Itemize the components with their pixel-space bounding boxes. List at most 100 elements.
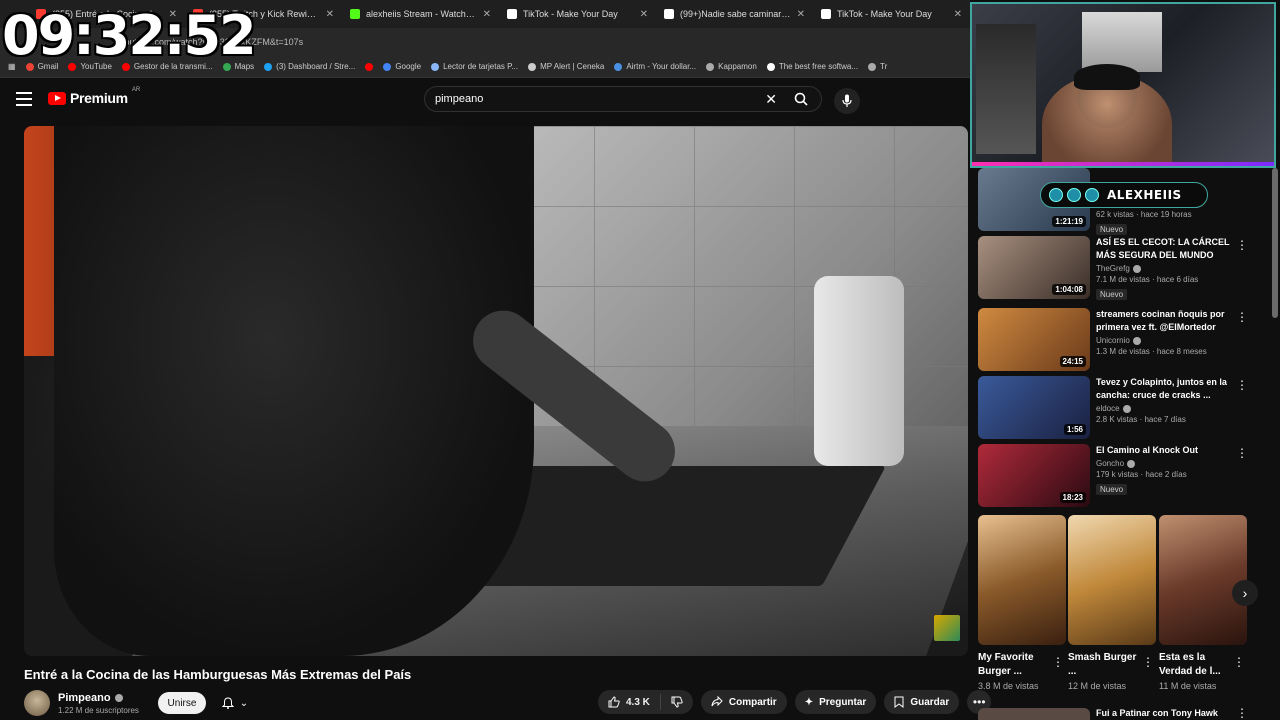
video-thumbnail[interactable]: 1:04:08 <box>978 236 1090 299</box>
more-vertical-icon[interactable]: ⋮ <box>1142 655 1154 669</box>
dislike-button[interactable] <box>661 696 693 708</box>
like-dislike-group: 4.3 K <box>598 690 693 714</box>
close-icon[interactable]: ✕ <box>483 9 491 20</box>
scrollbar[interactable] <box>1272 168 1278 318</box>
search-box[interactable]: pimpeano ✕ <box>424 86 822 112</box>
short-title[interactable]: Smash Burger ... <box>1068 651 1144 679</box>
video-frame-person <box>54 126 534 656</box>
channel-owner[interactable]: Pimpeano 1.22 M de suscriptores <box>24 690 139 716</box>
youtube-premium-logo[interactable]: Premium AR <box>48 87 140 106</box>
bookmark-overflow[interactable]: Tr <box>867 62 888 71</box>
bookmark-airtm[interactable]: Airtm - Your dollar... <box>614 62 696 71</box>
video-title-link[interactable]: ASÍ ES EL CECOT: LA CÁRCEL MÁS SEGURA DE… <box>1096 236 1236 262</box>
youtube-icon <box>365 62 374 71</box>
bookmark-youtube-2[interactable] <box>365 62 374 71</box>
channel-name[interactable]: TheGrefg <box>1096 264 1130 273</box>
share-label: Compartir <box>728 696 777 708</box>
short-thumbnail[interactable] <box>1068 515 1156 645</box>
browser-tab[interactable]: TikTok - Make Your Day ✕ <box>813 1 970 27</box>
card-reader-icon <box>431 62 440 71</box>
video-info: streamers cocinan ñoquis por primera vez… <box>1096 308 1236 356</box>
join-button[interactable]: Unirse <box>158 692 206 714</box>
search-button[interactable] <box>781 87 821 111</box>
video-thumbnail[interactable] <box>978 708 1090 720</box>
close-icon[interactable]: ✕ <box>640 9 648 20</box>
channel-name[interactable]: Pimpeano <box>58 692 111 704</box>
search-input[interactable]: pimpeano <box>435 93 483 105</box>
short-title[interactable]: Esta es la Verdad de l... <box>1159 651 1235 679</box>
bookmark-free-software[interactable]: The best free softwa... <box>766 62 858 71</box>
video-thumbnail[interactable]: 24:15 <box>978 308 1090 371</box>
save-button[interactable]: Guardar <box>884 690 960 714</box>
dashboard-icon <box>264 62 273 71</box>
bookmark-mp-alert[interactable]: MP Alert | Ceneka <box>528 62 604 71</box>
new-badge: Nuevo <box>1096 224 1128 235</box>
close-icon[interactable]: ✕ <box>797 9 805 20</box>
channel-row: TheGrefg <box>1096 264 1236 273</box>
channel-name[interactable]: eldoce <box>1096 404 1120 413</box>
kappamon-icon <box>706 62 715 71</box>
browser-tab[interactable]: (99+)Nadie sabe caminar más c ✕ <box>656 1 813 27</box>
chevron-right-icon[interactable]: › <box>1232 580 1258 606</box>
short-item[interactable]: Esta es la Verdad de l... 11 M de vistas… <box>1159 515 1247 691</box>
bookmark-label: Lector de tarjetas P... <box>443 62 519 71</box>
more-vertical-icon[interactable]: ⋮ <box>1236 446 1248 460</box>
thumbs-up-icon <box>608 696 620 708</box>
short-item[interactable]: My Favorite Burger ... 3.8 M de vistas ⋮ <box>978 515 1066 691</box>
more-vertical-icon[interactable]: ⋮ <box>1052 655 1064 669</box>
video-title-link[interactable]: Fui a Patinar con Tony Hawk <box>1096 708 1218 718</box>
video-title-link[interactable]: streamers cocinan ñoquis por primera vez… <box>1096 308 1236 334</box>
short-thumbnail[interactable] <box>1159 515 1247 645</box>
clear-search-icon[interactable]: ✕ <box>765 91 777 108</box>
share-icon <box>711 696 723 707</box>
channel-name[interactable]: Unicornio <box>1096 336 1130 345</box>
avatar[interactable] <box>24 690 50 716</box>
list-item[interactable]: Fui a Patinar con Tony Hawk ⋮ <box>978 706 1270 720</box>
social-icon <box>1085 188 1099 202</box>
channel-name[interactable]: Goncho <box>1096 459 1124 468</box>
like-button[interactable]: 4.3 K <box>598 694 661 710</box>
ask-button[interactable]: ✦ Preguntar <box>794 690 877 714</box>
more-vertical-icon[interactable]: ⋮ <box>1236 378 1248 392</box>
close-icon[interactable]: ✕ <box>326 9 334 20</box>
tiktok-icon <box>1049 188 1063 202</box>
tab-favicon <box>664 9 674 19</box>
more-vertical-icon[interactable]: ⋮ <box>1236 310 1248 324</box>
notifications-button[interactable]: ⌄ <box>212 692 258 714</box>
voice-search-button[interactable] <box>834 88 860 114</box>
close-icon[interactable]: ✕ <box>954 9 962 20</box>
bookmark-kappamon[interactable]: Kappamon <box>706 62 757 71</box>
video-meta: 179 k vistas · hace 2 días <box>1096 470 1187 479</box>
video-player[interactable] <box>24 126 968 656</box>
hamburger-menu-icon[interactable] <box>16 92 32 106</box>
video-thumbnail[interactable]: 1:56 <box>978 376 1090 439</box>
bookmark-label: Tr <box>879 62 888 71</box>
microphone-icon <box>842 94 852 107</box>
short-thumbnail[interactable] <box>978 515 1066 645</box>
share-button[interactable]: Compartir <box>700 690 787 714</box>
bookmark-google[interactable]: Google <box>383 62 421 71</box>
more-vertical-icon[interactable]: ⋮ <box>1236 706 1248 720</box>
video-title-link[interactable]: Tevez y Colapinto, juntos en la cancha: … <box>1096 376 1236 402</box>
browser-tab[interactable]: alexheiis Stream - Watch Live o ✕ <box>342 1 499 27</box>
video-thumbnail[interactable]: 18:23 <box>978 444 1090 507</box>
channel-watermark[interactable] <box>934 615 960 641</box>
stream-clock: 09:32:52 <box>2 4 257 67</box>
duration-badge: 1:04:08 <box>1052 284 1086 295</box>
google-icon <box>383 62 392 71</box>
bookmark-card-reader[interactable]: Lector de tarjetas P... <box>431 62 518 71</box>
video-title: Entré a la Cocina de las Hamburguesas Má… <box>24 667 412 682</box>
more-vertical-icon[interactable]: ⋮ <box>1236 238 1248 252</box>
browser-tab[interactable]: TikTok - Make Your Day ✕ <box>499 1 656 27</box>
thumbs-down-icon <box>671 696 683 708</box>
tab-label: alexheiis Stream - Watch Live o <box>366 9 477 19</box>
more-vertical-icon[interactable]: ⋮ <box>1233 655 1245 669</box>
duration-badge: 18:23 <box>1059 492 1086 503</box>
bookmark-label: Google <box>395 62 422 71</box>
tab-favicon <box>821 9 831 19</box>
short-item[interactable]: Smash Burger ... 12 M de vistas ⋮ <box>1068 515 1156 691</box>
video-title-link[interactable]: El Camino al Knock Out <box>1096 444 1236 457</box>
bell-icon <box>221 697 234 709</box>
bookmark-dashboard[interactable]: (3) Dashboard / Stre... <box>264 62 355 71</box>
short-title[interactable]: My Favorite Burger ... <box>978 651 1054 679</box>
